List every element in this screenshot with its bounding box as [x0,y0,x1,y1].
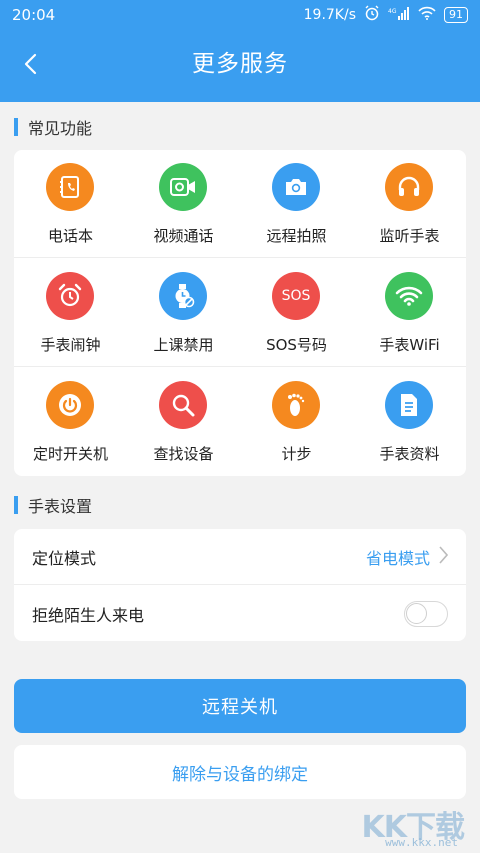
feature-label: 手表WiFi [379,336,440,354]
feature-row: 电话本 视频通话 远程拍照 监听手表 [14,150,466,258]
feature-watch-wifi[interactable]: 手表WiFi [353,259,466,367]
feature-row: 手表闹钟 上课禁用 SOS SOS号码 手表WiFi [14,259,466,367]
svg-text:4G: 4G [388,8,397,15]
status-bar: 20:04 19.7K/s 4G 91 [0,0,480,30]
sos-icon: SOS [272,272,320,320]
network-speed: 19.7K/s [303,7,356,23]
document-icon [385,381,433,429]
feature-label: 定时开关机 [32,445,108,463]
chevron-left-icon [22,53,38,79]
status-icons: 19.7K/s 4G 91 [304,5,468,25]
feature-class-mode[interactable]: 上课禁用 [127,259,240,367]
feature-label: 手表闹钟 [40,336,101,354]
location-mode-label: 定位模式 [32,548,97,568]
camera-icon [272,163,320,211]
wifi-status-icon [418,6,436,24]
video-call-icon [159,163,207,211]
back-button[interactable] [12,48,48,84]
feature-label: SOS号码 [266,336,327,354]
toggle-knob [406,603,427,624]
feature-sos[interactable]: SOS SOS号码 [240,259,353,367]
feature-alarm[interactable]: 手表闹钟 [14,259,127,367]
search-icon [159,381,207,429]
feature-label: 视频通话 [153,227,214,245]
reject-strangers-label: 拒绝陌生人来电 [32,606,145,625]
alarm-icon [364,5,380,25]
feature-phonebook[interactable]: 电话本 [14,150,127,258]
alarm-clock-icon [46,272,94,320]
feature-remote-photo[interactable]: 远程拍照 [240,150,353,258]
feature-label: 监听手表 [379,227,440,245]
chevron-right-icon [438,545,449,568]
feature-watch-info[interactable]: 手表资料 [353,368,466,476]
feature-row: 定时开关机 查找设备 计步 手表资料 [14,368,466,476]
feature-label: 上课禁用 [153,336,214,354]
page-title: 更多服务 [192,51,288,77]
feature-label: 手表资料 [379,445,440,463]
feature-label: 电话本 [47,227,93,245]
wifi-icon [385,272,433,320]
location-mode-value: 省电模式 [365,548,430,568]
section-common-label: 常见功能 [28,119,93,138]
section-marker [14,118,18,136]
power-icon [46,381,94,429]
unbind-device-button[interactable]: 解除与设备的绑定 [14,745,466,799]
feature-label: 远程拍照 [266,227,327,245]
location-mode-row[interactable]: 定位模式 省电模式 [14,529,466,585]
section-settings-label: 手表设置 [28,497,93,516]
reject-strangers-row: 拒绝陌生人来电 [14,586,466,642]
feature-label: 查找设备 [153,445,214,463]
reject-strangers-toggle[interactable] [404,601,448,627]
feature-timer-power[interactable]: 定时开关机 [14,368,127,476]
settings-card: 定位模式 省电模式 拒绝陌生人来电 [14,529,466,641]
battery-icon: 91 [444,7,468,23]
sos-icon-text: SOS [281,288,311,304]
remote-shutdown-button[interactable]: 远程关机 [14,679,466,733]
footprint-icon [272,381,320,429]
section-common-title: 常见功能 [14,115,92,139]
watermark: KK下载 www.kkx.net [346,800,466,850]
phonebook-icon [46,163,94,211]
feature-video-call[interactable]: 视频通话 [127,150,240,258]
feature-find-device[interactable]: 查找设备 [127,368,240,476]
watermark-url: www.kkx.net [385,836,458,849]
feature-listen-watch[interactable]: 监听手表 [353,150,466,258]
headphones-icon [385,163,433,211]
section-marker [14,496,18,514]
feature-grid: 电话本 视频通话 远程拍照 监听手表 手表闹钟 上课禁用 SOS SOS号码 手… [14,150,466,476]
watch-disabled-icon [159,272,207,320]
nav-bar: 更多服务 [0,30,480,102]
status-time: 20:04 [12,6,56,24]
feature-label: 计步 [281,445,312,463]
section-settings-title: 手表设置 [14,493,92,517]
signal-icon: 4G [388,6,410,24]
feature-pedometer[interactable]: 计步 [240,368,353,476]
